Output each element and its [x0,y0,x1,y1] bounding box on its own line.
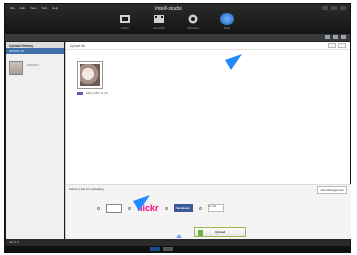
share-icon [220,13,234,25]
nav-slideshow[interactable]: Slideshow [181,13,205,33]
app-window: File Edit View Tool Help Intelli-studio … [4,3,351,253]
history-thumbnail[interactable] [9,61,23,75]
maximize-button[interactable] [331,6,337,10]
menu-view[interactable]: View [30,6,36,10]
file-name: SAM_0001 [85,91,100,95]
mode-full-icon[interactable] [163,247,173,251]
nav-share[interactable]: Share [215,13,239,33]
app-brand: Intelli-studio [155,6,182,12]
nav-movie-edit-label: Movie Edit [153,27,165,30]
upload-label: Upload [215,230,226,234]
upload-list-panel: Upload list SAM_0001 71.2K Select a site… [65,42,351,239]
file-size: 71.2K [100,91,108,95]
upload-file-label: SAM_0001 71.2K [77,91,108,95]
movie-edit-icon [154,15,164,23]
youtube-radio[interactable] [97,206,100,210]
upload-button[interactable]: Upload [194,227,246,237]
menu-file[interactable]: File [10,6,15,10]
facebook-radio[interactable] [164,206,168,210]
email-radio[interactable] [198,206,202,210]
flickr-radio[interactable] [128,206,131,210]
nav-library[interactable]: Library [113,13,137,33]
upload-list-header: Upload list [66,42,350,50]
library-icon [120,15,130,23]
menu-help[interactable]: Help [52,6,58,10]
email-option[interactable]: E-mail [207,204,224,212]
menu-bar: File Edit View Tool Help [10,6,58,10]
nav-library-label: Library [121,27,129,30]
view-detail-icon[interactable] [341,35,346,39]
zoom-icon[interactable] [328,43,336,48]
delete-icon[interactable] [338,43,346,48]
toolbar-strip [5,34,350,41]
upload-history-panel: Upload History 2010.01.15 2010.09.0 [6,42,64,239]
footer-bar [5,246,350,252]
close-button[interactable] [340,6,346,10]
history-item-meta: 2010.09.0 [27,64,39,67]
top-bar: File Edit View Tool Help Intelli-studio … [5,4,350,34]
share-services: flickr facebook E-mail [97,203,224,213]
flickr-text: flickr [137,203,159,213]
view-list-icon[interactable] [333,35,338,39]
email-label: E-mail [208,205,217,208]
nav-movie-edit[interactable]: Movie Edit [147,13,171,33]
nav-share-label: Share [223,27,231,30]
toolbar-tools [325,35,346,39]
nav-slideshow-label: Slideshow [187,27,199,30]
flickr-logo[interactable]: flickr [137,203,159,213]
footer-mode-switch [150,247,173,251]
upload-file-thumbnail[interactable] [77,61,103,89]
upload-icon [198,230,203,236]
photo-type-badge [77,91,83,95]
bottom-left-text: Ver 3.0 [9,240,19,244]
share-site-title: Select a site for uploading [69,187,104,191]
mode-normal-icon[interactable] [150,247,160,251]
upload-list-title: Upload list [70,44,85,48]
facebook-logo[interactable]: facebook [173,204,193,212]
upload-list-actions [328,43,346,48]
minimize-button[interactable] [322,6,328,10]
upload-history-row-selected[interactable]: 2010.01.15 [6,48,64,54]
menu-edit[interactable]: Edit [20,6,25,10]
window-controls [322,6,346,10]
bottom-status-bar: Ver 3.0 [6,239,350,246]
menu-tool[interactable]: Tool [41,6,47,10]
view-grid-icon[interactable] [325,35,330,39]
main-nav: Library Movie Edit Slideshow Share [113,13,239,33]
share-site-area: Select a site for uploading Site Managem… [66,184,351,239]
site-management-button[interactable]: Site Management [317,186,347,194]
collapse-arrow-icon[interactable] [176,234,182,238]
youtube-icon[interactable] [106,203,122,213]
photo-preview [80,64,100,86]
slideshow-icon [188,14,198,24]
